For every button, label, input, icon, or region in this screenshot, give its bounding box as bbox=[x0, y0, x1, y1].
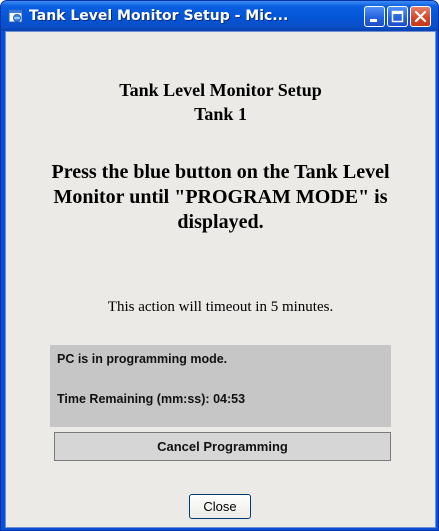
time-remaining-value: 04:53 bbox=[213, 392, 246, 406]
close-button[interactable]: Close bbox=[189, 494, 251, 519]
close-window-button[interactable] bbox=[410, 6, 431, 27]
maximize-button[interactable] bbox=[387, 6, 408, 27]
tank-name: Tank 1 bbox=[194, 104, 247, 124]
setup-window: Tank Level Monitor Setup - Mic... Tank L… bbox=[0, 0, 439, 531]
close-icon bbox=[414, 10, 427, 23]
maximize-icon bbox=[391, 10, 404, 23]
dialog-content: Tank Level Monitor Setup Tank 1 Press th… bbox=[5, 31, 436, 528]
window-title: Tank Level Monitor Setup - Mic... bbox=[29, 8, 289, 24]
title-bar[interactable]: Tank Level Monitor Setup - Mic... bbox=[1, 1, 438, 31]
minimize-icon bbox=[370, 19, 377, 22]
page-title: Tank Level Monitor Setup bbox=[119, 80, 322, 100]
cancel-programming-button[interactable]: Cancel Programming bbox=[54, 432, 391, 461]
timeout-notice: This action will timeout in 5 minutes. bbox=[107, 299, 334, 315]
time-remaining: Time Remaining (mm:ss): 04:53 bbox=[57, 392, 245, 406]
status-panel: PC is in programming mode. Time Remainin… bbox=[50, 345, 391, 427]
time-remaining-label: Time Remaining (mm:ss): bbox=[57, 392, 214, 406]
minimize-button[interactable] bbox=[364, 6, 385, 27]
ie-window-icon bbox=[8, 8, 24, 24]
programming-mode-status: PC is in programming mode. bbox=[57, 352, 228, 366]
instruction-text: Press the blue button on the Tank Level … bbox=[51, 161, 390, 233]
